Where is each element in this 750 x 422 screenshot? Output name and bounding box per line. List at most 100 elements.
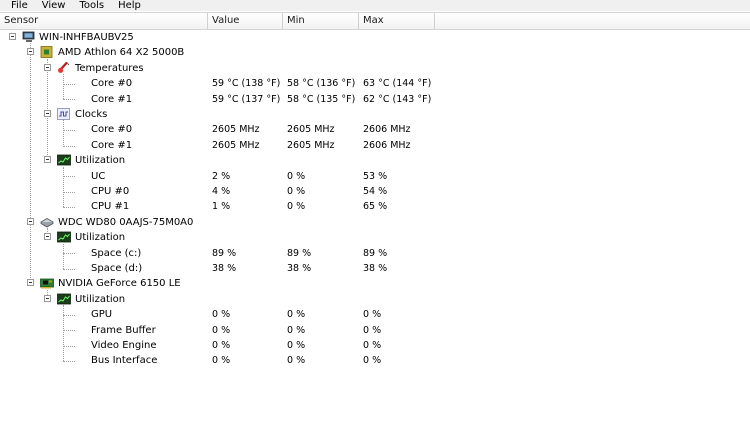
- min-cell: 0 %: [287, 309, 306, 321]
- sensor-row[interactable]: Frame Buffer 0 % 0 % 0 %: [0, 323, 750, 338]
- tree-node-row[interactable]: Temperatures: [0, 61, 750, 76]
- tree-node-row[interactable]: AMD Athlon 64 X2 5000B: [0, 45, 750, 60]
- max-cell: 62 °C (143 °F): [363, 93, 432, 105]
- computer-icon: [22, 31, 36, 43]
- tree-label-space-d: Space (d:): [91, 263, 143, 274]
- min-cell: 0 %: [287, 170, 306, 182]
- collapse-toggle-icon[interactable]: [27, 279, 34, 287]
- tree-label-space-c: Space (c:): [91, 247, 142, 259]
- value-cell: 89 %: [212, 247, 237, 259]
- tree-label-utilization: Utilization: [75, 232, 126, 244]
- value-cell: 0 %: [212, 309, 231, 321]
- collapse-toggle-icon[interactable]: [9, 33, 16, 40]
- thermometer-icon: [57, 61, 71, 74]
- collapse-toggle-icon[interactable]: [44, 156, 51, 164]
- max-cell: 0 %: [363, 324, 382, 336]
- tree-node-row[interactable]: NVIDIA GeForce 6150 LE: [0, 276, 750, 291]
- tree-label-clocks: Clocks: [75, 109, 108, 120]
- sensor-row[interactable]: Bus Interface 0 % 0 % 0 %: [0, 353, 750, 368]
- tree-label-win-inhfbaubv25: WIN-INHFBAUBV25: [39, 32, 134, 43]
- collapse-toggle-icon[interactable]: [44, 233, 51, 241]
- sensor-row[interactable]: Space (c:) 89 % 89 % 89 %: [0, 246, 750, 261]
- tree-node-row[interactable]: Utilization: [0, 230, 750, 245]
- min-cell: 89 %: [287, 247, 312, 259]
- graphics-card-icon: [40, 277, 54, 289]
- column-header-value[interactable]: Value: [208, 13, 283, 29]
- tree-label-core-1: Core #1: [91, 139, 133, 151]
- sensor-row[interactable]: Video Engine 0 % 0 % 0 %: [0, 338, 750, 353]
- sensor-row[interactable]: CPU #1 1 % 0 % 65 %: [0, 199, 750, 214]
- sensor-row[interactable]: UC 2 % 0 % 53 %: [0, 169, 750, 184]
- tree-label-amd-athlon-64-x2-5000b: AMD Athlon 64 X2 5000B: [58, 47, 185, 59]
- tree-label-cpu-0: CPU #0: [91, 186, 130, 197]
- max-cell: 2606 MHz: [363, 139, 411, 151]
- tree-label-core-0: Core #0: [91, 124, 133, 136]
- column-header-max[interactable]: Max: [359, 13, 435, 29]
- tree-node-row[interactable]: Clocks: [0, 107, 750, 122]
- min-cell: 2605 MHz: [287, 124, 335, 136]
- max-cell: 0 %: [363, 355, 382, 367]
- clock-wave-icon: [57, 108, 71, 120]
- value-cell: 2605 MHz: [212, 124, 260, 136]
- tree-label-nvidia-geforce-6150-le: NVIDIA GeForce 6150 LE: [58, 278, 181, 290]
- tree-node-row[interactable]: WDC WD80 0AAJS-75M0A0: [0, 215, 750, 230]
- min-cell: 58 °C (136 °F): [287, 78, 356, 90]
- sensor-row[interactable]: Core #0 2605 MHz 2605 MHz 2606 MHz: [0, 122, 750, 137]
- tree-label-frame-buffer: Frame Buffer: [91, 324, 156, 336]
- min-cell: 0 %: [287, 324, 306, 336]
- collapse-toggle-icon[interactable]: [44, 294, 51, 302]
- tree-label-core-1: Core #1: [91, 93, 133, 105]
- min-cell: 0 %: [287, 355, 306, 367]
- column-header-bar: Sensor Value Min Max: [0, 12, 750, 30]
- max-cell: 65 %: [363, 201, 388, 213]
- collapse-toggle-icon[interactable]: [27, 217, 34, 225]
- value-cell: 0 %: [212, 340, 231, 351]
- sensor-row[interactable]: Core #1 59 °C (137 °F) 58 °C (135 °F) 62 °C…: [0, 92, 750, 107]
- tree-node-row[interactable]: Utilization: [0, 153, 750, 168]
- menu-tools[interactable]: Tools: [71, 0, 110, 11]
- tree-label-video-engine: Video Engine: [91, 340, 157, 351]
- utilization-graph-icon: [57, 293, 71, 305]
- menu-view[interactable]: View: [34, 0, 72, 11]
- cpu-chip-icon: [40, 46, 54, 59]
- min-cell: 2605 MHz: [287, 139, 335, 151]
- tree-node-row[interactable]: Utilization: [0, 292, 750, 307]
- sensor-row[interactable]: Space (d:) 38 % 38 % 38 %: [0, 261, 750, 276]
- max-cell: 53 %: [363, 170, 388, 182]
- value-cell: 38 %: [212, 263, 237, 274]
- tree-label-core-0: Core #0: [91, 78, 133, 90]
- tree-label-temperatures: Temperatures: [75, 62, 144, 74]
- max-cell: 2606 MHz: [363, 124, 411, 136]
- min-cell: 38 %: [287, 263, 312, 274]
- tree-label-utilization: Utilization: [75, 293, 126, 305]
- sensor-row[interactable]: GPU 0 % 0 % 0 %: [0, 307, 750, 322]
- utilization-graph-icon: [57, 231, 71, 243]
- collapse-toggle-icon[interactable]: [44, 63, 51, 71]
- max-cell: 54 %: [363, 186, 388, 197]
- tree-label-uc: UC: [91, 170, 106, 182]
- tree-label-cpu-1: CPU #1: [91, 201, 130, 213]
- collapse-toggle-icon[interactable]: [44, 110, 51, 117]
- collapse-toggle-icon[interactable]: [27, 48, 34, 56]
- menu-file[interactable]: File: [0, 0, 34, 11]
- sensor-row[interactable]: Core #0 59 °C (138 °F) 58 °C (136 °F) 63 °C…: [0, 76, 750, 91]
- min-cell: 58 °C (135 °F): [287, 93, 356, 105]
- menu-help[interactable]: Help: [110, 0, 147, 11]
- column-header-sensor[interactable]: Sensor: [0, 13, 208, 29]
- max-cell: 0 %: [363, 340, 382, 351]
- min-cell: 0 %: [287, 201, 306, 213]
- max-cell: 38 %: [363, 263, 388, 274]
- value-cell: 2605 MHz: [212, 139, 260, 151]
- max-cell: 0 %: [363, 309, 382, 321]
- utilization-graph-icon: [57, 154, 71, 166]
- sensor-row[interactable]: Core #1 2605 MHz 2605 MHz 2606 MHz: [0, 138, 750, 153]
- value-cell: 0 %: [212, 324, 231, 336]
- tree-node-row[interactable]: WIN-INHFBAUBV25: [0, 30, 750, 45]
- column-header-min[interactable]: Min: [283, 13, 359, 29]
- value-cell: 1 %: [212, 201, 231, 213]
- max-cell: 89 %: [363, 247, 388, 259]
- sensor-row[interactable]: CPU #0 4 % 0 % 54 %: [0, 184, 750, 199]
- value-cell: 59 °C (137 °F): [212, 93, 281, 105]
- tree-label-gpu: GPU: [91, 309, 113, 321]
- value-cell: 0 %: [212, 355, 231, 367]
